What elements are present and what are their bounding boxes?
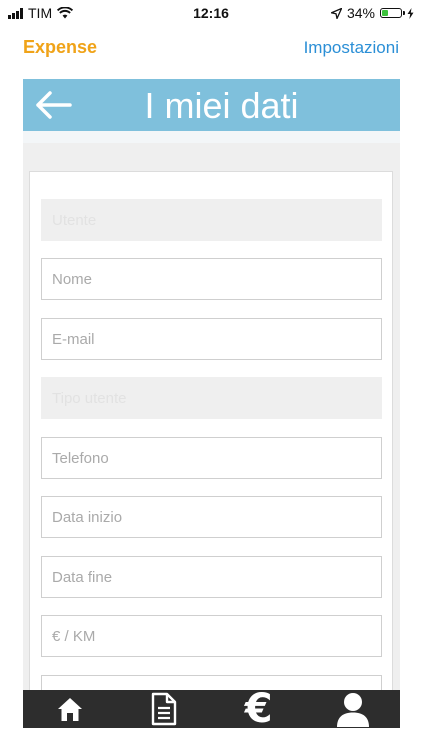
page-header: I miei dati bbox=[23, 79, 400, 131]
location-icon bbox=[330, 7, 342, 19]
document-icon bbox=[152, 692, 177, 726]
page-title: I miei dati bbox=[144, 85, 299, 126]
form-card bbox=[29, 171, 393, 717]
euro-per-km-field[interactable] bbox=[41, 615, 382, 657]
home-icon bbox=[58, 698, 83, 721]
nav-bar: Expense Impostazioni bbox=[0, 30, 422, 64]
battery-icon bbox=[380, 8, 405, 18]
user-type-field bbox=[41, 377, 382, 419]
content-top-strip bbox=[23, 131, 400, 143]
phone-field[interactable] bbox=[41, 437, 382, 479]
tab-expenses[interactable]: € bbox=[212, 686, 306, 732]
euro-icon: € bbox=[244, 686, 273, 732]
tab-home[interactable] bbox=[23, 690, 117, 728]
status-right: 34% bbox=[330, 5, 414, 21]
end-date-field[interactable] bbox=[41, 556, 382, 598]
name-field[interactable] bbox=[41, 258, 382, 300]
expense-link[interactable]: Expense bbox=[23, 37, 97, 58]
start-date-field[interactable] bbox=[41, 496, 382, 538]
battery-percent: 34% bbox=[346, 5, 375, 21]
content-area bbox=[23, 131, 400, 717]
user-field bbox=[41, 199, 382, 241]
tab-documents[interactable] bbox=[117, 690, 211, 728]
email-field[interactable] bbox=[41, 318, 382, 360]
tab-bar: € bbox=[23, 686, 400, 732]
tab-profile[interactable] bbox=[306, 690, 400, 728]
status-bar: TIM 12:16 34% bbox=[0, 0, 422, 26]
user-icon bbox=[336, 693, 369, 727]
charging-icon bbox=[407, 7, 414, 19]
settings-link[interactable]: Impostazioni bbox=[304, 38, 399, 58]
